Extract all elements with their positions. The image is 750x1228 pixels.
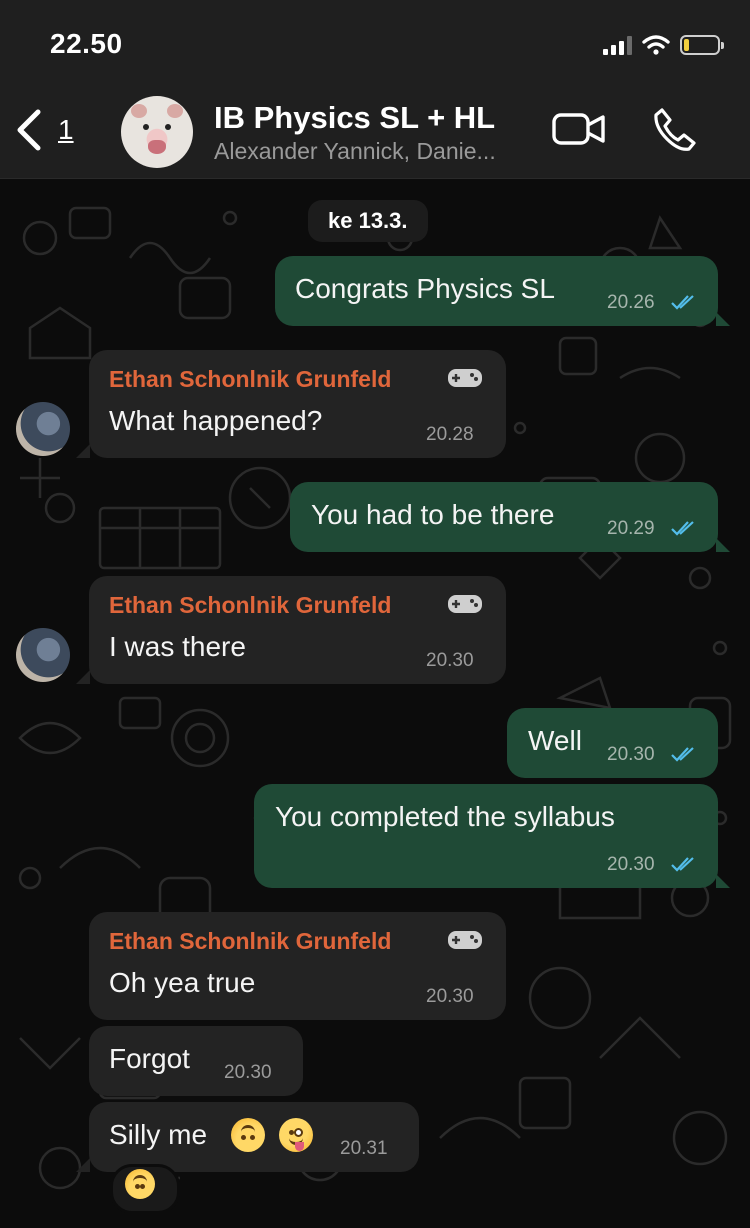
outgoing-message[interactable]: You had to be there 20.29 [290, 482, 718, 552]
double-check-icon [671, 747, 694, 762]
double-check-icon [671, 295, 694, 310]
bubble-tail [76, 670, 90, 684]
group-members[interactable]: Alexander Yannick, Danie... [214, 138, 544, 165]
double-check-icon [671, 521, 694, 536]
outgoing-message[interactable]: You completed the syllabus 20.30 [254, 784, 718, 888]
upside-down-face-emoji [125, 1169, 155, 1199]
group-avatar[interactable] [121, 96, 193, 168]
incoming-message[interactable]: Ethan Schonlnik Grunfeld I was there 20.… [89, 576, 506, 684]
cellular-signal-icon [603, 35, 632, 55]
message-time: 20.26 [607, 292, 655, 313]
back-button[interactable]: 1 [14, 108, 74, 152]
message-time: 20.29 [607, 518, 655, 539]
message-time: 20.31 [340, 1138, 388, 1159]
incoming-message[interactable]: Silly me 20.31 [89, 1102, 419, 1172]
phone-icon[interactable] [652, 106, 698, 152]
incoming-message[interactable]: Ethan Schonlnik Grunfeld Oh yea true 20.… [89, 912, 506, 1020]
unread-count: 1 [58, 114, 74, 145]
message-text: Forgot [109, 1043, 190, 1074]
message-text: I was there [109, 631, 246, 662]
gamepad-icon [448, 369, 482, 387]
group-title[interactable]: IB Physics SL + HL [214, 100, 495, 136]
gamepad-icon [448, 931, 482, 949]
back-chevron-icon [17, 109, 41, 151]
message-text: You had to be there [311, 499, 555, 530]
message-reaction[interactable] [110, 1164, 180, 1214]
status-icons [603, 32, 724, 58]
chat-header: 22.50 1 IB Physics SL + HL Alexander Yan… [0, 0, 750, 179]
gamepad-icon [448, 595, 482, 613]
battery-icon [680, 35, 724, 55]
sender-name[interactable]: Ethan Schonlnik Grunfeld [109, 592, 391, 619]
message-text: Well [528, 725, 582, 756]
date-separator: ke 13.3. [308, 200, 428, 242]
message-text: You completed the syllabus [275, 801, 615, 832]
incoming-message[interactable]: Ethan Schonlnik Grunfeld What happened? … [89, 350, 506, 458]
sender-name[interactable]: Ethan Schonlnik Grunfeld [109, 366, 391, 393]
bubble-tail [716, 312, 730, 326]
message-time: 20.30 [607, 744, 655, 765]
sender-name[interactable]: Ethan Schonlnik Grunfeld [109, 928, 391, 955]
message-time: 20.30 [426, 986, 474, 1007]
message-time: 20.30 [607, 854, 655, 875]
zany-face-emoji [279, 1118, 313, 1152]
double-check-icon [671, 857, 694, 872]
incoming-message[interactable]: Forgot 20.30 [89, 1026, 303, 1096]
sender-avatar[interactable] [16, 628, 70, 682]
bubble-tail [716, 538, 730, 552]
message-text: Congrats Physics SL [295, 273, 555, 304]
message-text: Oh yea true [109, 967, 256, 998]
wifi-icon [642, 35, 670, 55]
message-time: 20.30 [224, 1062, 272, 1083]
outgoing-message[interactable]: Congrats Physics SL 20.26 [275, 256, 718, 326]
bubble-tail [716, 874, 730, 888]
bubble-tail [76, 444, 90, 458]
video-call-icon[interactable] [552, 111, 606, 147]
outgoing-message[interactable]: Well 20.30 [507, 708, 718, 778]
status-time: 22.50 [50, 28, 123, 59]
upside-down-face-emoji [231, 1118, 265, 1152]
bubble-tail [76, 1158, 90, 1172]
sender-avatar[interactable] [16, 402, 70, 456]
message-text: What happened? [109, 405, 323, 436]
message-time: 20.28 [426, 424, 474, 445]
message-time: 20.30 [426, 650, 474, 671]
message-text: Silly me [109, 1119, 208, 1150]
